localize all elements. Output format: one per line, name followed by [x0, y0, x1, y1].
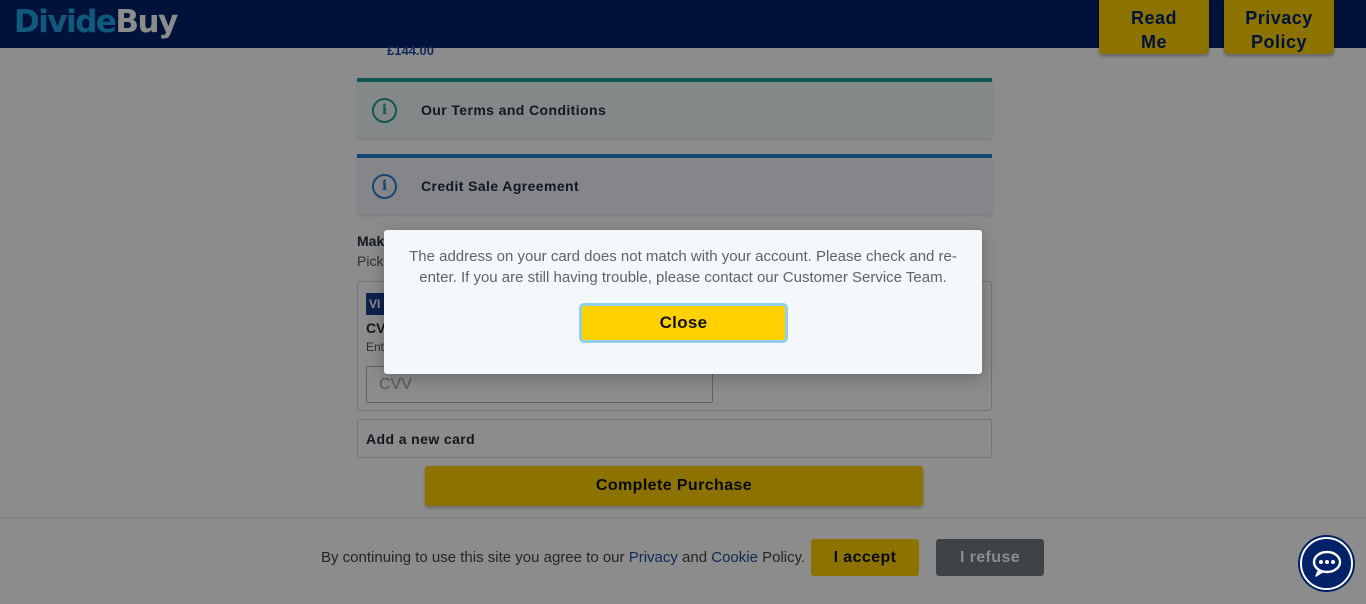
- chat-button[interactable]: [1300, 537, 1353, 590]
- modal-message: The address on your card does not match …: [409, 248, 957, 286]
- card-address-error-modal: The address on your card does not match …: [384, 230, 982, 374]
- close-button[interactable]: Close: [579, 303, 788, 343]
- chat-icon: [1312, 550, 1342, 577]
